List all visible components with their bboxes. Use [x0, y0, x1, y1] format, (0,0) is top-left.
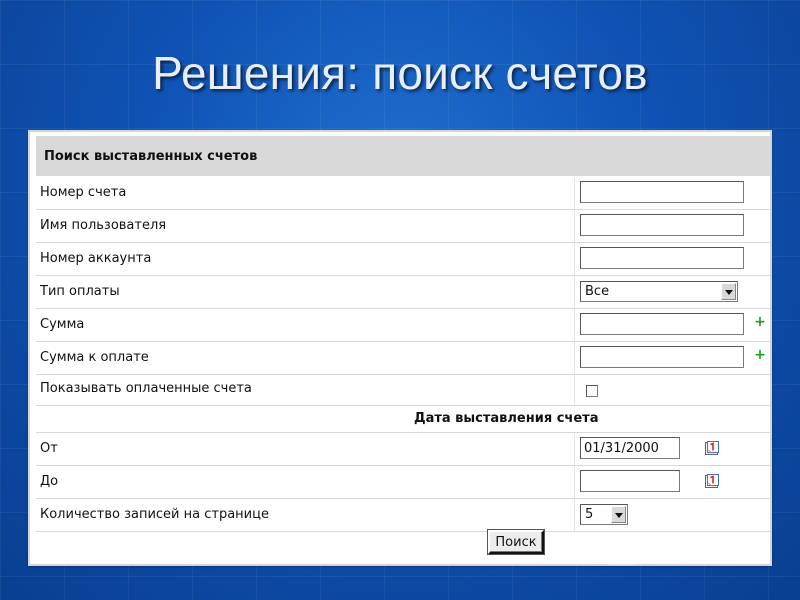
payment-type-select[interactable]: Все [580, 281, 738, 302]
invoice-number-label: Номер счета [40, 185, 127, 200]
watermark: Shared [606, 534, 786, 574]
search-button[interactable]: Поиск [488, 530, 544, 554]
mysharedcorp-logo-icon [609, 541, 640, 565]
row-amount-due: Сумма к оплате + [36, 342, 770, 375]
chevron-down-icon[interactable] [721, 283, 736, 300]
amount-due-input[interactable] [580, 346, 744, 368]
user-name-input[interactable] [580, 214, 744, 236]
column-divider [574, 375, 575, 405]
watermark-text: Shared [676, 540, 757, 567]
form-header: Поиск выставленных счетов [36, 136, 770, 176]
column-divider [574, 309, 575, 341]
row-show-paid: Показывать оплаченные счета [36, 375, 770, 406]
chevron-down-icon[interactable] [611, 506, 626, 523]
calendar-icon[interactable] [704, 473, 720, 489]
column-divider [574, 243, 575, 275]
from-date-label: От [40, 441, 58, 456]
records-per-page-value: 5 [585, 507, 594, 522]
column-divider [574, 466, 575, 498]
row-invoice-number: Номер счета [36, 177, 770, 210]
calendar-icon[interactable] [704, 440, 720, 456]
issue-date-heading: Дата выставления счета [36, 406, 770, 433]
show-paid-label: Показывать оплаченные счета [40, 381, 252, 396]
column-divider [574, 342, 575, 374]
row-account-number: Номер аккаунта [36, 243, 770, 276]
column-divider [574, 276, 575, 308]
account-number-label: Номер аккаунта [40, 251, 152, 266]
to-date-label: До [40, 474, 59, 489]
column-divider [574, 433, 575, 465]
column-divider [574, 210, 575, 242]
records-per-page-select[interactable]: 5 [580, 504, 628, 525]
records-per-page-label: Количество записей на странице [40, 507, 269, 522]
to-date-input[interactable] [580, 470, 680, 492]
row-to-date: До [36, 466, 770, 499]
slide-title: Решения: поиск счетов [152, 47, 648, 99]
row-user-name: Имя пользователя [36, 210, 770, 243]
payment-type-value: Все [585, 284, 610, 299]
from-date-input[interactable] [580, 437, 680, 459]
invoice-search-form: Поиск выставленных счетов Номер счета Им… [28, 130, 772, 566]
show-paid-checkbox[interactable] [586, 385, 598, 397]
account-number-input[interactable] [580, 247, 744, 269]
column-divider [574, 499, 575, 531]
issue-date-heading-text: Дата выставления счета [414, 411, 599, 426]
column-divider [574, 177, 575, 209]
user-name-label: Имя пользователя [40, 218, 167, 233]
plus-icon[interactable]: + [753, 348, 767, 362]
plus-icon[interactable]: + [753, 315, 767, 329]
amount-due-label: Сумма к оплате [40, 350, 149, 365]
amount-input[interactable] [580, 313, 744, 335]
invoice-number-input[interactable] [580, 181, 744, 203]
amount-label: Сумма [40, 317, 85, 332]
row-amount: Сумма + [36, 309, 770, 342]
row-records-per-page: Количество записей на странице 5 [36, 499, 770, 532]
payment-type-label: Тип оплаты [40, 284, 120, 299]
row-from-date: От [36, 433, 770, 466]
row-payment-type: Тип оплаты Все [36, 276, 770, 309]
